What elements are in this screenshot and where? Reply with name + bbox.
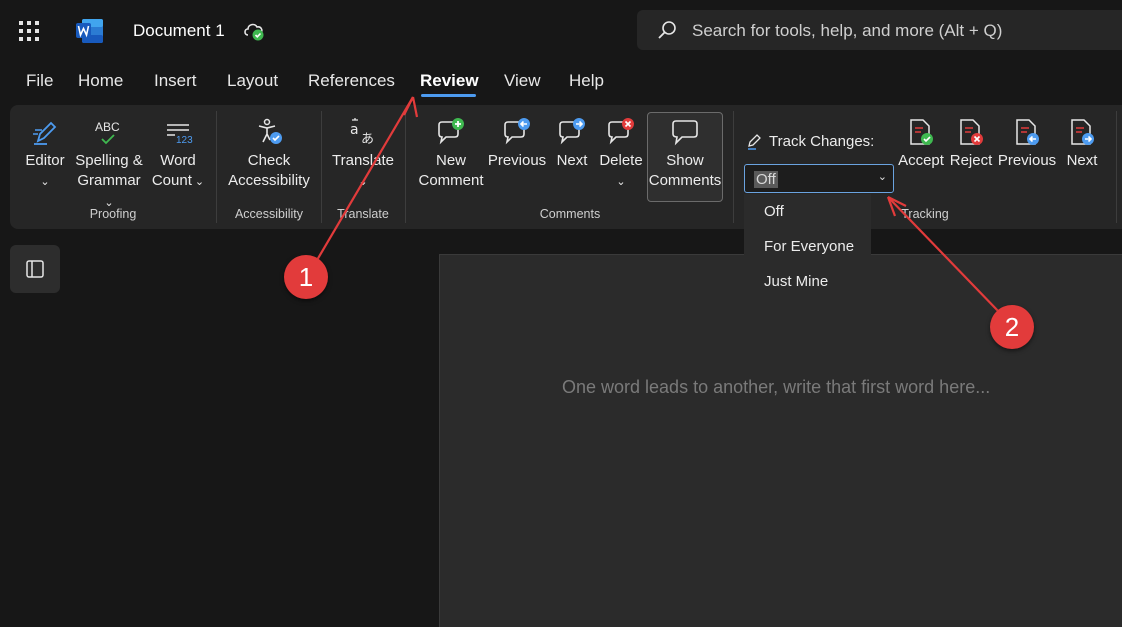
annotation-badge-2: 2 [990, 305, 1034, 349]
annotation-arrows [309, 96, 1001, 314]
annotation-badge-1: 1 [284, 255, 328, 299]
